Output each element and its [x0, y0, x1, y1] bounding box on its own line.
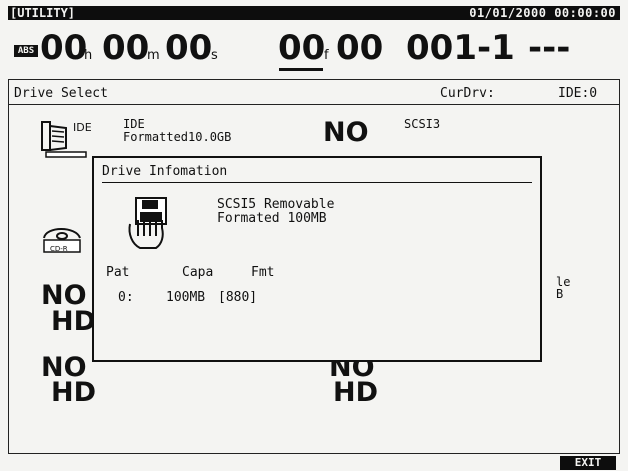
cdr-icon-label: CD-R [50, 245, 68, 253]
col-pat: Pat [106, 265, 130, 280]
dialog-title-divider [102, 182, 532, 183]
row-fmt: [880] [218, 290, 258, 305]
title-bar: [UTILITY] 01/01/2000 00:00:00 [8, 6, 620, 20]
time-counter: ABS 00 h 00 m 00 s 00 f 00 001-1 --- [8, 24, 620, 76]
cdr-drive-label-bottom: HD [51, 306, 97, 337]
counter-frames-unit: f [324, 48, 329, 63]
frame-underline [279, 68, 323, 71]
table-row[interactable]: 0: 100MB [880] [106, 291, 306, 307]
counter-hours: 00 [40, 28, 88, 68]
dialog-title: Drive Infomation [102, 164, 228, 179]
counter-hours-unit: h [84, 48, 93, 63]
col-fmt: Fmt [251, 265, 275, 280]
row-pat: 0: [118, 290, 134, 305]
ide-icon-label: IDE [73, 121, 92, 134]
ide-drive-label: NO [323, 117, 369, 148]
datetime: 01/01/2000 00:00:00 [469, 6, 616, 20]
col-capa: Capa [182, 265, 214, 280]
counter-seconds: 00 [165, 28, 213, 68]
scsi3-drive-name[interactable]: SCSI3 [404, 118, 440, 131]
header-divider [9, 104, 619, 105]
left-bottom-drive-label-bottom: HD [51, 377, 97, 408]
dialog-drive-status: Formated 100MB [217, 211, 327, 226]
scene-number: 001-1 [406, 28, 515, 68]
counter-seconds-unit: s [211, 48, 218, 63]
removable-disk-icon [128, 197, 167, 249]
current-drive-value: IDE:0 [558, 86, 598, 101]
counter-minutes: 00 [102, 28, 150, 68]
panel-title: Drive Select [14, 86, 108, 101]
marker: --- [528, 28, 571, 68]
ide-drive-status: Formatted10.0GB [123, 130, 232, 144]
mode-label: [UTILITY] [10, 6, 76, 20]
drive-cdr[interactable]: CD-R [40, 222, 84, 256]
drive-info-dialog: Drive Infomation SCSI5 Removable Formate… [92, 156, 542, 362]
abs-badge: ABS [14, 45, 38, 57]
exit-button[interactable]: EXIT [560, 456, 616, 470]
counter-frames: 00 [278, 28, 326, 68]
row-capa: 100MB [166, 290, 206, 305]
right-bottom-drive-label-bottom: HD [333, 377, 379, 408]
right-drive-partial-line2: B [556, 287, 564, 301]
dialog-drive-name: SCSI5 Removable [217, 197, 335, 212]
counter-subframes: 00 [336, 28, 384, 68]
current-drive-label: CurDrv: [440, 86, 495, 101]
counter-minutes-unit: m [147, 48, 160, 63]
